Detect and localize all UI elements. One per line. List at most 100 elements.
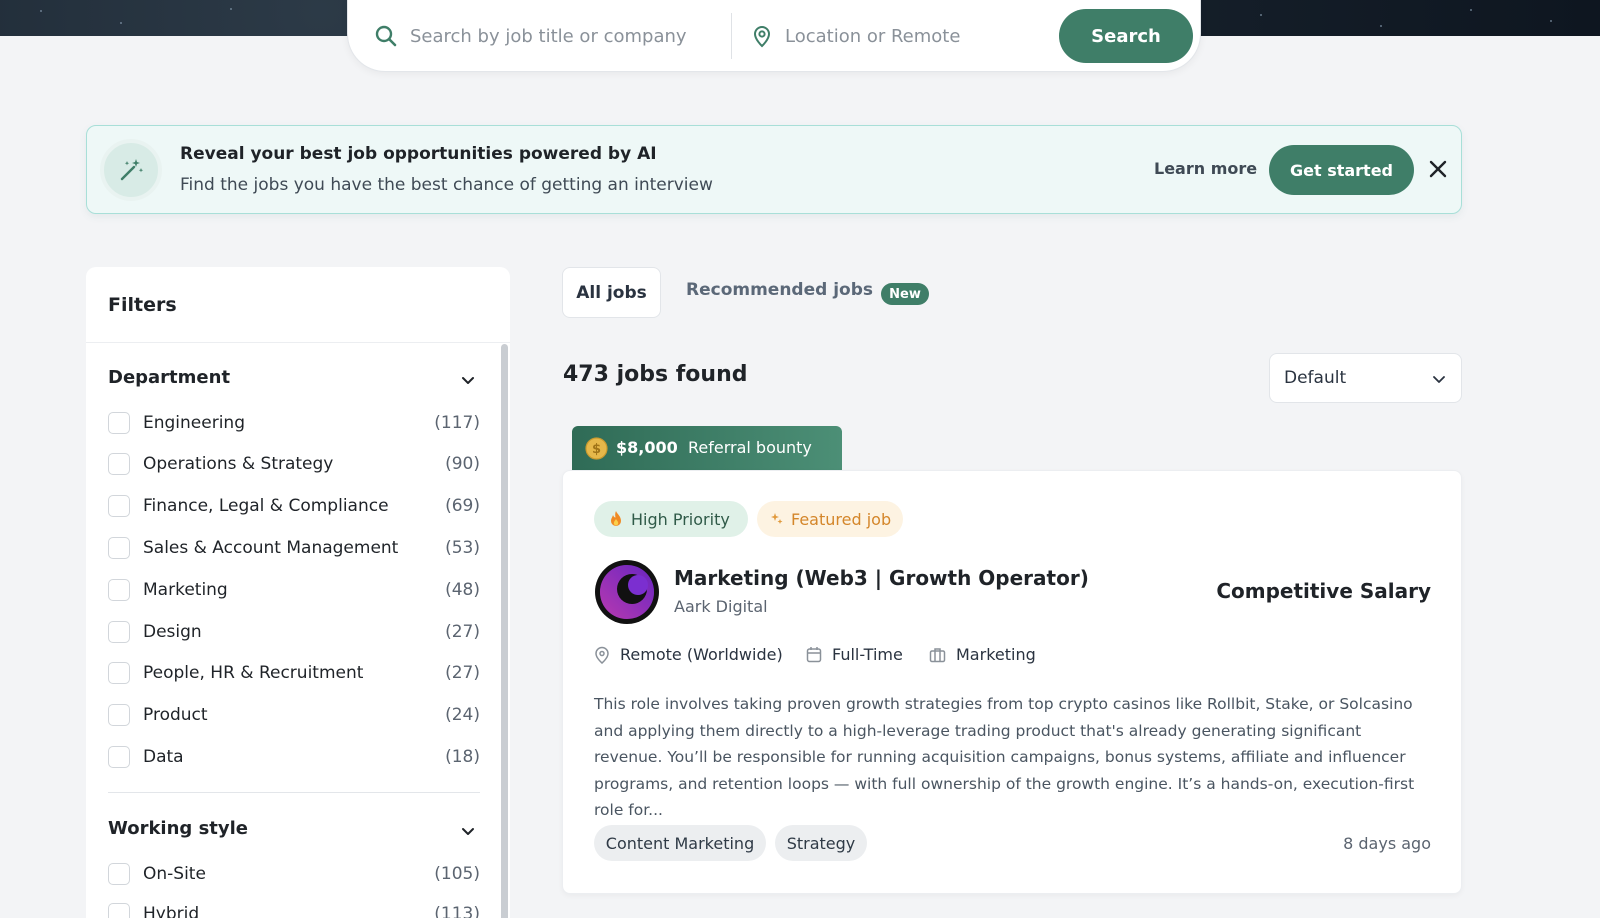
checkbox[interactable] — [108, 579, 130, 601]
job-description: This role involves taking proven growth … — [594, 695, 1415, 819]
ai-wand-badge — [100, 139, 162, 201]
salary: Competitive Salary — [1216, 579, 1431, 603]
job-card[interactable]: High Priority Featured job Marketing (We… — [562, 470, 1462, 894]
fire-icon — [611, 511, 621, 526]
ai-banner: Reveal your best job opportunities power… — [86, 125, 1462, 214]
filter-option-sales[interactable]: Sales & Account Management (53) — [108, 533, 480, 563]
high-priority-tag: High Priority — [594, 501, 748, 537]
filter-option-engineering[interactable]: Engineering (117) — [108, 408, 480, 438]
working-style-section-title: Working style — [108, 818, 248, 839]
chevron-down-icon[interactable] — [459, 822, 477, 840]
job-type-text: Full-Time — [832, 645, 903, 664]
chevron-down-icon[interactable] — [459, 371, 477, 389]
filter-option-hybrid[interactable]: Hybrid (113) — [108, 899, 480, 918]
job-title[interactable]: Marketing (Web3 | Growth Operator) — [674, 566, 1089, 590]
filter-label: Engineering — [143, 413, 245, 433]
filter-option-product[interactable]: Product (24) — [108, 700, 480, 730]
high-priority-label: High Priority — [631, 509, 730, 529]
jobs-found-count: 473 jobs found — [563, 362, 748, 387]
checkbox[interactable] — [108, 704, 130, 726]
filter-option-data[interactable]: Data (18) — [108, 742, 480, 772]
featured-job-label: Featured job — [791, 509, 892, 529]
calendar-icon — [806, 647, 822, 663]
learn-more-link[interactable]: Learn more — [1154, 159, 1257, 178]
filters-panel: Filters Department Engineering (117) Oper… — [86, 267, 510, 918]
filter-label: Product — [143, 705, 208, 725]
filter-count: (27) — [445, 622, 480, 642]
filter-label: Operations & Strategy — [143, 454, 334, 474]
filter-option-design[interactable]: Design (27) — [108, 617, 480, 647]
filter-option-marketing[interactable]: Marketing (48) — [108, 575, 480, 605]
section-divider — [108, 792, 480, 793]
sort-value: Default — [1284, 368, 1347, 388]
magic-wand-icon — [120, 159, 144, 181]
svg-text:$: $ — [592, 442, 601, 457]
filter-count: (69) — [445, 496, 480, 516]
filter-count: (117) — [434, 413, 480, 433]
company-name: Aark Digital — [674, 597, 768, 616]
filters-divider — [86, 342, 510, 343]
department-text: Marketing — [956, 645, 1036, 664]
chevron-down-icon — [1433, 376, 1445, 383]
get-started-button[interactable]: Get started — [1269, 145, 1414, 195]
job-location: Remote (Worldwide) — [594, 645, 783, 664]
filter-option-onsite[interactable]: On-Site (105) — [108, 859, 480, 889]
location-text: Remote (Worldwide) — [620, 645, 783, 664]
checkbox[interactable] — [108, 495, 130, 517]
filter-option-operations[interactable]: Operations & Strategy (90) — [108, 449, 480, 479]
building-icon — [929, 647, 946, 662]
search-button[interactable]: Search — [1059, 9, 1193, 63]
checkbox[interactable] — [108, 412, 130, 434]
job-search-input[interactable] — [410, 20, 710, 52]
checkbox[interactable] — [108, 746, 130, 768]
sort-dropdown[interactable]: Default — [1269, 353, 1462, 403]
tab-recommended-jobs[interactable]: Recommended jobs — [686, 280, 873, 300]
banner-subtitle: Find the jobs you have the best chance o… — [180, 175, 713, 195]
filters-title: Filters — [108, 294, 177, 316]
filter-count: (27) — [445, 663, 480, 683]
filter-count: (24) — [445, 705, 480, 725]
location-input[interactable] — [785, 20, 1015, 52]
skill-chip[interactable]: Content Marketing — [594, 825, 766, 861]
search-bar: Search — [347, 0, 1201, 72]
filter-count: (18) — [445, 747, 480, 767]
tab-all-jobs[interactable]: All jobs — [562, 267, 661, 318]
filter-count: (105) — [434, 864, 480, 884]
checkbox[interactable] — [108, 453, 130, 475]
posted-date: 8 days ago — [1343, 834, 1431, 853]
filter-label: On-Site — [143, 864, 206, 884]
skill-chip[interactable]: Strategy — [775, 825, 867, 861]
location-pin-icon — [753, 26, 771, 48]
sparkle-icon — [771, 513, 783, 524]
job-department: Marketing — [929, 645, 1036, 664]
search-divider — [731, 13, 732, 59]
filter-option-finance[interactable]: Finance, Legal & Compliance (69) — [108, 491, 480, 521]
department-section-title: Department — [108, 367, 231, 388]
job-type: Full-Time — [806, 645, 903, 664]
location-pin-icon — [595, 646, 609, 664]
checkbox[interactable] — [108, 863, 130, 885]
filter-option-people[interactable]: People, HR & Recruitment (27) — [108, 658, 480, 688]
new-badge: New — [881, 283, 929, 305]
checkbox[interactable] — [108, 662, 130, 684]
filter-count: (53) — [445, 538, 480, 558]
banner-title: Reveal your best job opportunities power… — [180, 144, 657, 164]
bounty-amount: $8,000 — [616, 438, 678, 457]
company-logo — [595, 560, 659, 624]
featured-job-tag: Featured job — [757, 501, 903, 537]
checkbox[interactable] — [108, 903, 130, 918]
coin-icon: $ — [585, 437, 608, 460]
filter-label: Design — [143, 622, 202, 642]
filter-label: Finance, Legal & Compliance — [143, 496, 389, 516]
close-icon[interactable] — [1425, 156, 1451, 182]
filter-count: (48) — [445, 580, 480, 600]
filter-label: People, HR & Recruitment — [143, 663, 364, 683]
checkbox[interactable] — [108, 621, 130, 643]
filter-label: Marketing — [143, 580, 228, 600]
filters-scrollbar[interactable] — [501, 344, 508, 918]
filter-label: Sales & Account Management — [143, 538, 399, 558]
search-icon — [375, 25, 397, 47]
bounty-label: Referral bounty — [688, 438, 812, 457]
filter-label: Data — [143, 747, 184, 767]
checkbox[interactable] — [108, 537, 130, 559]
